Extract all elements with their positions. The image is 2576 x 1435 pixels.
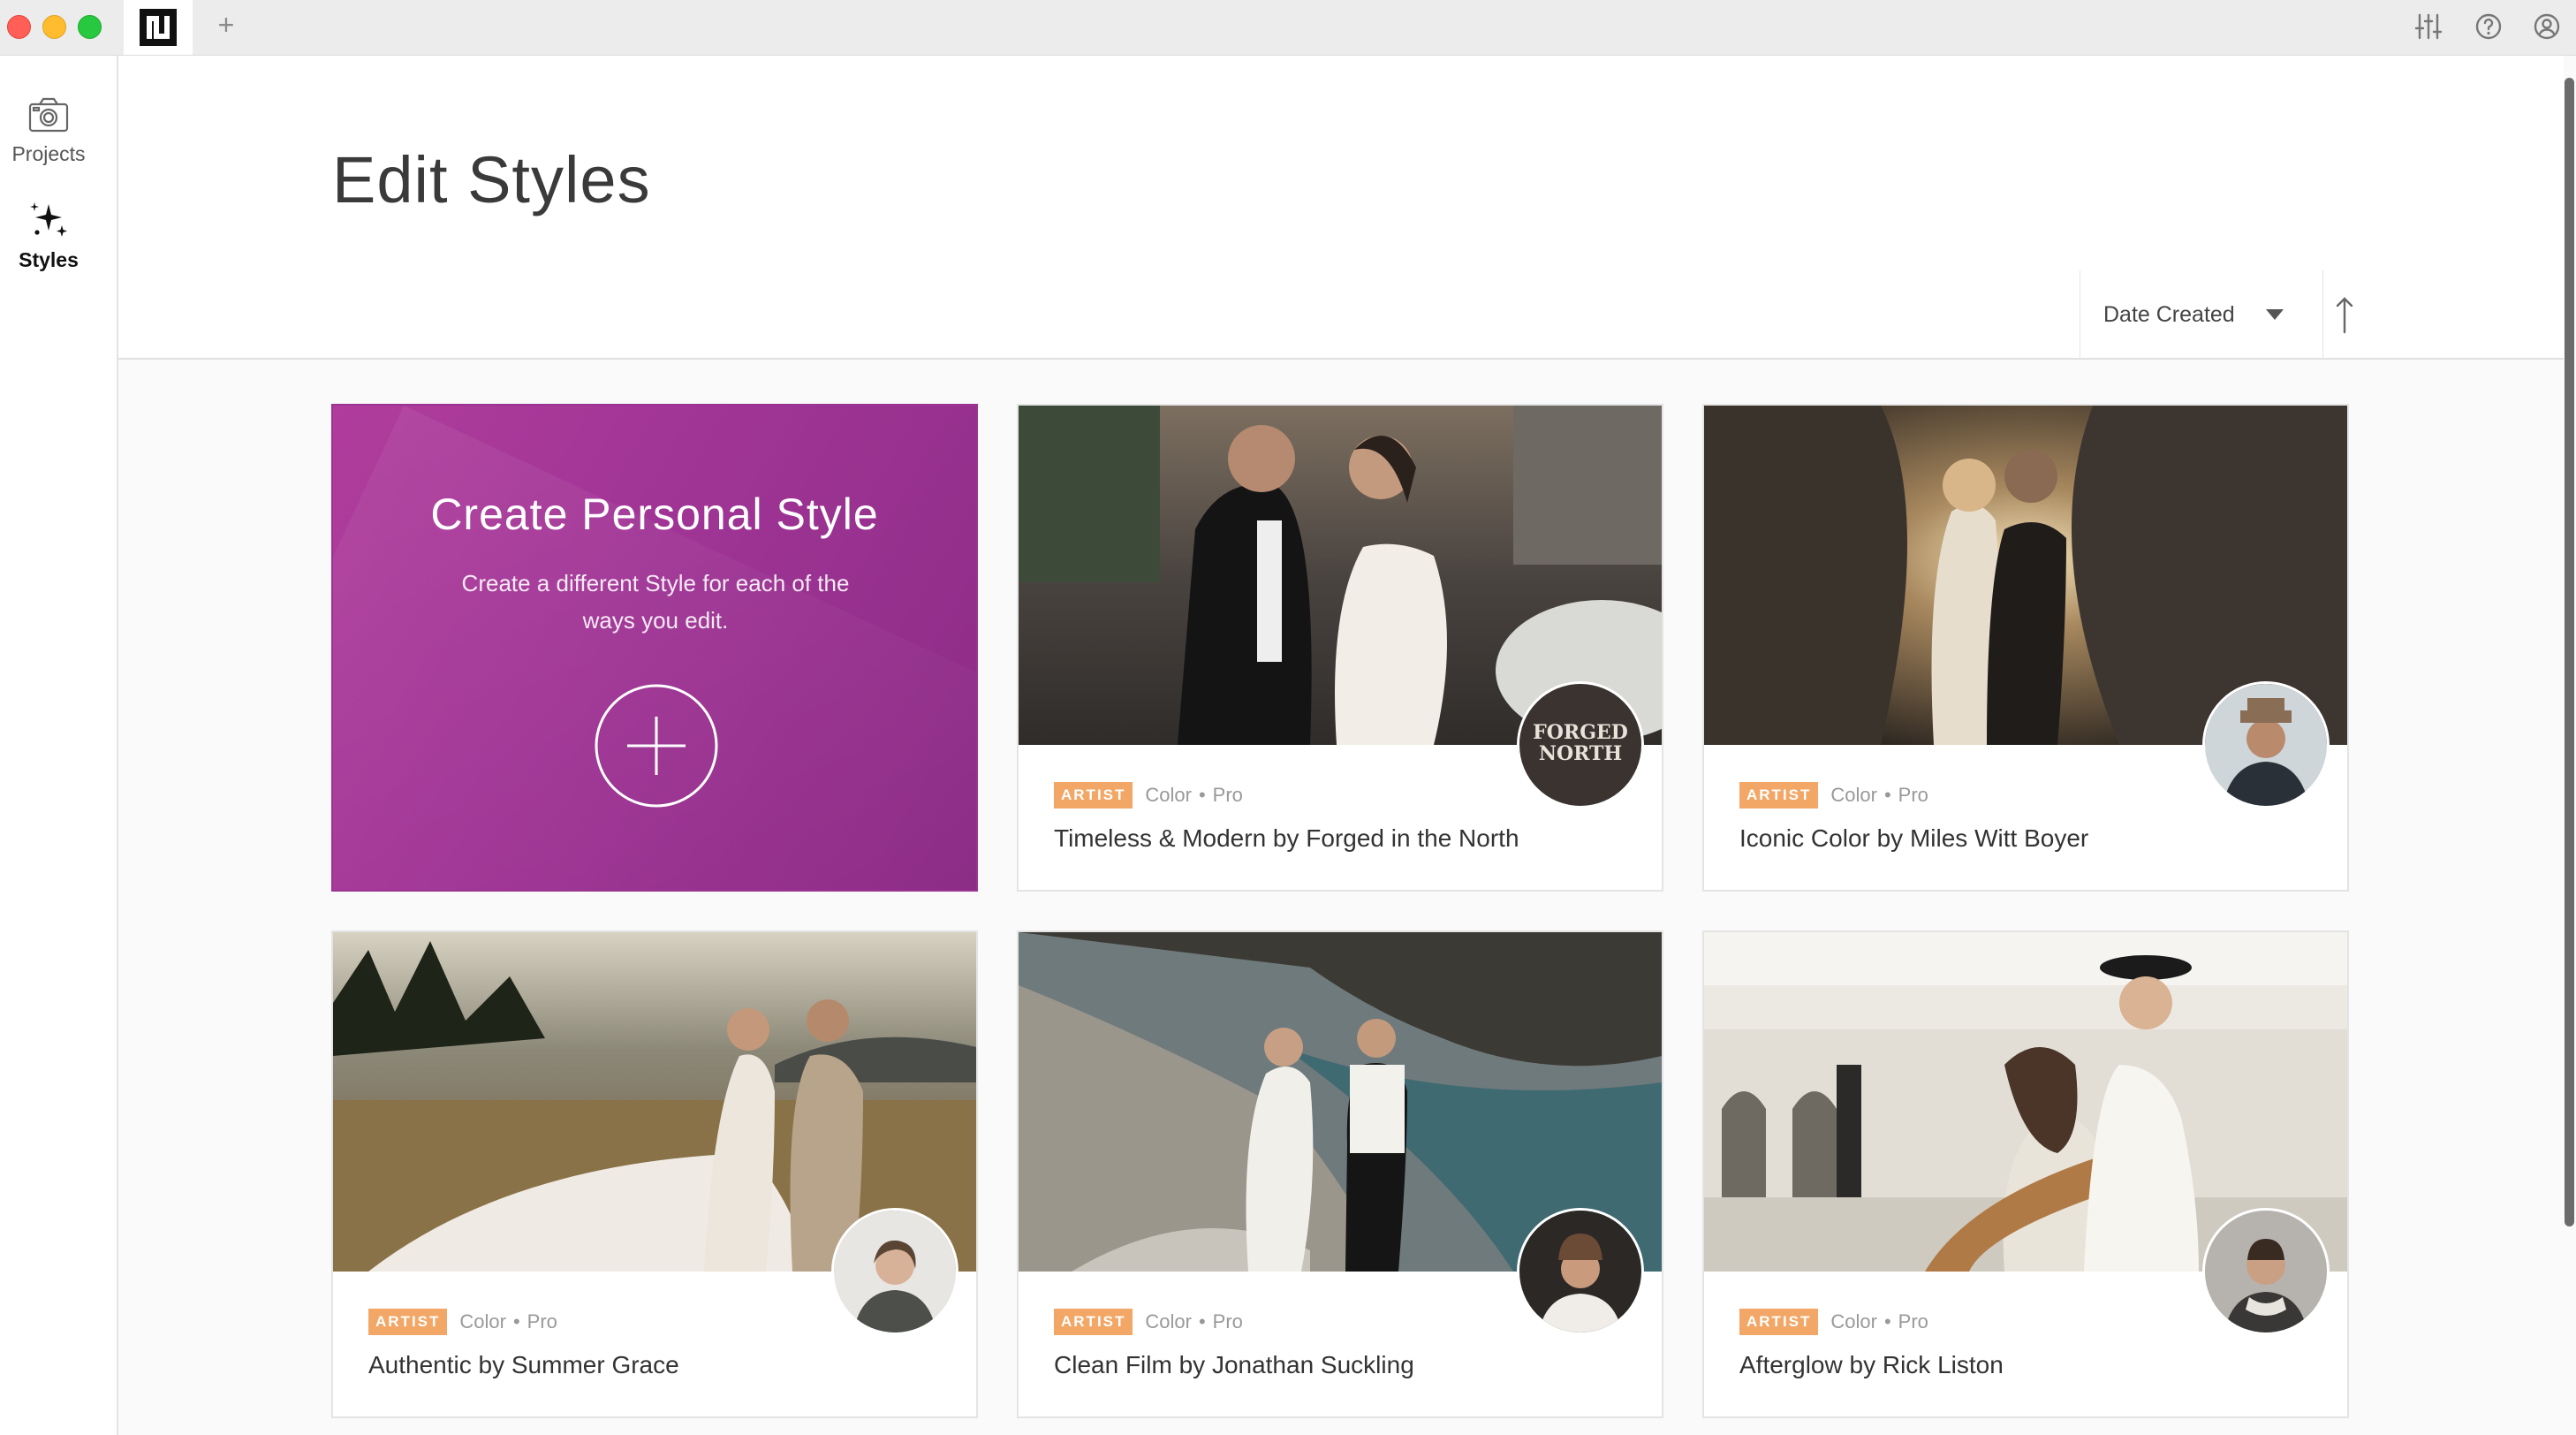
artist-avatar xyxy=(2202,1208,2330,1335)
style-card[interactable]: ARTIST Color • Pro Afterglow by Rick Liston xyxy=(1702,930,2349,1418)
artist-badge: ARTIST xyxy=(1739,1309,1819,1335)
sidebar-item-styles[interactable]: Styles xyxy=(0,201,97,272)
meta-separator: • xyxy=(1883,1310,1891,1332)
title-bar: + xyxy=(0,0,2576,56)
sliders-icon[interactable] xyxy=(2413,11,2444,42)
create-style-card[interactable]: Create Personal Style Create a different… xyxy=(331,404,978,892)
style-category: Color xyxy=(1830,1310,1877,1332)
sparkles-icon xyxy=(30,202,67,237)
svg-text:NORTH: NORTH xyxy=(1539,742,1622,765)
scrollbar-thumb[interactable] xyxy=(2565,78,2574,1226)
style-category: Color xyxy=(1145,784,1192,806)
sidebar-item-projects[interactable]: Projects xyxy=(0,95,97,166)
chevron-down-icon xyxy=(2266,309,2284,320)
artist-badge: ARTIST xyxy=(1739,782,1819,809)
artist-badge: ARTIST xyxy=(1054,782,1133,809)
style-title: Timeless & Modern by Forged in the North xyxy=(1054,824,1519,852)
meta-separator: • xyxy=(1883,784,1891,806)
style-card[interactable]: ARTIST Color • Pro Clean Film by Jonathan S… xyxy=(1017,930,1663,1418)
style-tier: Pro xyxy=(527,1310,557,1332)
style-card[interactable]: ARTIST Color • Pro Iconic Color by Miles Wi… xyxy=(1702,404,2349,892)
style-tier: Pro xyxy=(1212,784,1243,806)
style-tier: Pro xyxy=(1898,1310,1928,1332)
sidebar: Projects Styles xyxy=(0,56,118,1435)
artist-avatar: FORGED NORTH xyxy=(1517,681,1644,809)
style-category: Color xyxy=(459,1310,506,1332)
artist-avatar xyxy=(1517,1208,1644,1335)
camera-icon xyxy=(28,97,69,133)
plus-circle-icon[interactable] xyxy=(594,683,719,809)
style-tier: Pro xyxy=(1212,1310,1243,1332)
window-close-button[interactable] xyxy=(7,15,31,39)
style-title: Afterglow by Rick Liston xyxy=(1739,1351,2004,1378)
style-meta: ARTIST Color • Pro xyxy=(368,1309,557,1335)
artist-avatar xyxy=(831,1208,958,1335)
create-style-description: Create a different Style for each of the… xyxy=(461,570,850,634)
account-icon[interactable] xyxy=(2531,11,2563,42)
meta-separator: • xyxy=(512,1310,520,1332)
style-tier: Pro xyxy=(1898,784,1928,806)
style-meta: ARTIST Color • Pro xyxy=(1054,782,1243,809)
style-title: Clean Film by Jonathan Suckling xyxy=(1054,1351,1414,1378)
app-tab[interactable] xyxy=(124,0,193,55)
help-icon[interactable] xyxy=(2473,11,2504,42)
arrow-up-icon[interactable] xyxy=(2327,293,2362,336)
style-title: Iconic Color by Miles Witt Boyer xyxy=(1739,824,2089,852)
sort-select-value: Date Created xyxy=(2103,302,2235,327)
style-title: Authentic by Summer Grace xyxy=(368,1351,679,1378)
style-card[interactable]: ARTIST Color • Pro Authentic by Summer Grac… xyxy=(331,930,978,1418)
sort-select[interactable]: Date Created xyxy=(2080,270,2323,358)
sidebar-item-label: Projects xyxy=(11,142,86,165)
style-category: Color xyxy=(1145,1310,1192,1332)
sort-toolbar: Date Created xyxy=(118,270,2564,360)
page-title: Edit Styles xyxy=(332,143,651,216)
window-minimize-button[interactable] xyxy=(42,15,66,39)
style-category: Color xyxy=(1830,784,1877,806)
style-meta: ARTIST Color • Pro xyxy=(1739,782,1928,809)
window-maximize-button[interactable] xyxy=(78,15,102,39)
meta-separator: • xyxy=(1198,1310,1206,1332)
new-tab-button[interactable]: + xyxy=(208,7,244,42)
artist-badge: ARTIST xyxy=(368,1309,448,1335)
artist-avatar xyxy=(2202,681,2330,809)
create-style-title: Create Personal Style xyxy=(430,490,879,539)
style-meta: ARTIST Color • Pro xyxy=(1739,1309,1928,1335)
style-card[interactable]: FORGED NORTH ARTIST Color • Pro Timeless & … xyxy=(1017,404,1663,892)
app-logo-icon xyxy=(140,9,177,46)
svg-text:FORGED: FORGED xyxy=(1533,721,1628,744)
style-meta: ARTIST Color • Pro xyxy=(1054,1309,1243,1335)
artist-badge: ARTIST xyxy=(1054,1309,1133,1335)
meta-separator: • xyxy=(1198,784,1206,806)
page-header: Edit Styles xyxy=(118,56,2564,271)
sidebar-item-label: Styles xyxy=(19,248,79,271)
